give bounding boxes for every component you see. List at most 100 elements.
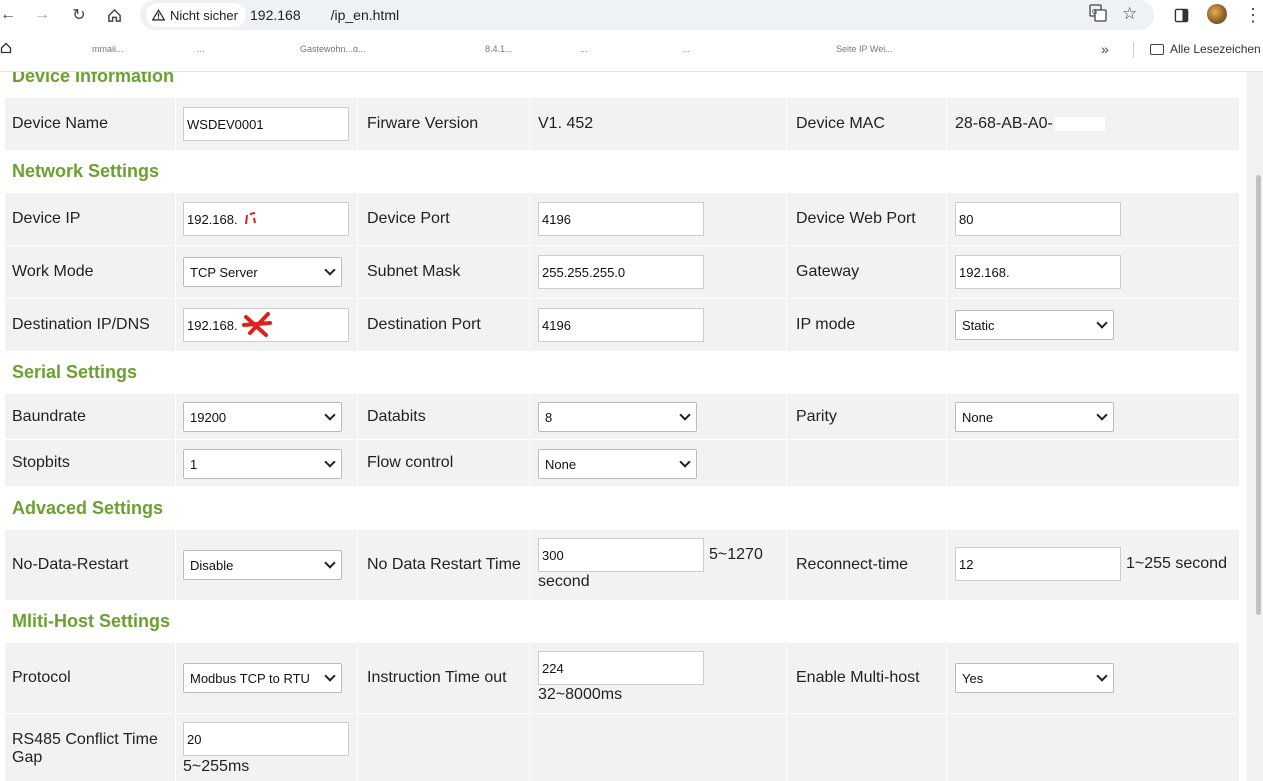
home-icon[interactable] — [101, 2, 127, 28]
protocol-select[interactable]: Modbus TCP to RTU — [183, 663, 342, 693]
device-name-label: Device Name — [12, 115, 109, 132]
url-text[interactable]: 192.168/ip_en.html — [250, 7, 399, 23]
chevron-down-icon — [1096, 409, 1108, 421]
bookmark-item[interactable]: ... — [197, 44, 209, 52]
device-ip-label: Device IP — [12, 210, 81, 227]
baudrate-label: Baundrate — [12, 407, 86, 425]
destination-port-label: Destination Port — [367, 316, 481, 333]
baudrate-select[interactable]: 19200 — [183, 402, 342, 432]
bookmarks-bar: mmaii... ... Gastewohn...g... 8.4.1... .… — [0, 30, 1263, 72]
no-data-restart-time-input[interactable]: 300 — [538, 538, 704, 572]
subnet-mask-input[interactable]: 255.255.255.0 — [538, 255, 704, 289]
bookmark-item[interactable]: ... — [682, 44, 762, 52]
flow-control-select[interactable]: None — [538, 449, 697, 479]
device-port-input[interactable]: 4196 — [538, 202, 704, 236]
cell-divider — [357, 299, 358, 351]
device-mac-text: 28-68-AB-A0- — [955, 115, 1053, 132]
gateway-input[interactable]: 192.168. — [955, 255, 1121, 289]
cell-divider — [357, 394, 358, 439]
chevron-down-icon — [679, 456, 691, 468]
enable-multihost-select[interactable]: Yes — [955, 663, 1114, 693]
advanced-row: No-Data-Restart Disable No Data Restart … — [5, 530, 1239, 600]
warning-icon — [152, 9, 165, 21]
scrollbar-thumb[interactable] — [1256, 175, 1261, 615]
work-mode-select[interactable]: TCP Server — [183, 257, 342, 287]
redaction-scribble — [244, 212, 256, 225]
device-mac-value: 28-68-AB-A0- — [955, 98, 1105, 150]
cell-divider — [786, 530, 787, 600]
multihost-row-2: RS485 Conflict Time Gap 20 5~255ms — [5, 714, 1239, 781]
bookmark-item[interactable]: Seite IP Wei... — [836, 44, 926, 52]
config-page: Device Information Device Name WSDEV0001… — [0, 72, 1247, 781]
device-port-label: Device Port — [367, 210, 450, 227]
cell-divider — [786, 193, 787, 245]
cell-divider — [786, 714, 787, 781]
device-web-port-input[interactable]: 80 — [955, 202, 1121, 236]
work-mode-value: TCP Server — [190, 264, 258, 280]
all-bookmarks-button[interactable]: Alle Lesezeichen — [1150, 42, 1261, 56]
address-bar[interactable]: Nicht sicher 192.168/ip_en.html G ☆ — [140, 0, 1154, 30]
parity-select[interactable]: None — [955, 402, 1114, 432]
cell-divider — [529, 246, 530, 298]
device-mac-label: Device MAC — [796, 115, 885, 132]
cell-divider — [529, 714, 530, 781]
instruction-timeout-input[interactable]: 224 — [538, 651, 704, 685]
redaction-scribble — [241, 312, 272, 337]
cell-divider — [175, 440, 176, 486]
destination-ip-input[interactable]: 192.168. — [183, 308, 349, 342]
protocol-label: Protocol — [12, 669, 71, 686]
chevron-down-icon — [324, 409, 336, 421]
device-ip-input[interactable]: 192.168. — [183, 202, 349, 236]
destination-ip-value: 192.168. — [187, 317, 238, 333]
device-web-port-label: Device Web Port — [796, 210, 916, 227]
section-network: Network Settings — [12, 161, 160, 181]
enable-multihost-value: Yes — [962, 670, 984, 686]
url-end: /ip_en.html — [330, 7, 400, 23]
bookmark-item[interactable]: mmaii... — [92, 44, 132, 52]
bookmark-item[interactable]: Gastewohn...g... — [300, 44, 440, 52]
databits-select[interactable]: 8 — [538, 402, 697, 432]
serial-row-2: Stopbits 1 Flow control None — [5, 440, 1239, 486]
no-data-restart-select[interactable]: Disable — [183, 550, 342, 580]
no-data-restart-value: Disable — [190, 557, 234, 573]
bookmark-star-icon[interactable]: ☆ — [1122, 4, 1137, 24]
reconnect-time-input[interactable]: 12 — [955, 547, 1121, 581]
rs485-conflict-input[interactable]: 20 — [183, 722, 349, 756]
destination-ip-label: Destination IP/DNS — [12, 316, 150, 333]
all-bookmarks-label: Alle Lesezeichen — [1170, 42, 1261, 56]
cell-divider — [946, 299, 947, 351]
destination-port-input[interactable]: 4196 — [538, 308, 704, 342]
section-serial: Serial Settings — [12, 362, 138, 382]
bookmark-item[interactable]: ... — [580, 44, 600, 52]
back-icon[interactable]: ← — [0, 2, 21, 28]
stopbits-select[interactable]: 1 — [183, 449, 342, 479]
bookmark-home-icon[interactable] — [0, 42, 12, 57]
security-chip[interactable]: Nicht sicher — [146, 3, 246, 27]
url-start: 192.168 — [250, 7, 301, 23]
chevron-down-icon — [1096, 670, 1108, 682]
ip-mode-select[interactable]: Static — [955, 310, 1114, 340]
cell-divider — [175, 394, 176, 439]
cell-divider — [357, 98, 358, 150]
baudrate-value: 19200 — [190, 409, 227, 425]
reload-icon[interactable]: ↻ — [66, 2, 92, 28]
bookmarks-overflow-icon[interactable]: » — [1101, 41, 1109, 57]
cell-divider — [946, 394, 947, 439]
menu-kebab-icon[interactable]: ⋮ — [1240, 2, 1263, 28]
device-name-input[interactable]: WSDEV0001 — [183, 107, 349, 141]
bookmark-item[interactable]: 8.4.1... — [485, 44, 545, 52]
profile-avatar[interactable] — [1207, 4, 1227, 24]
cell-divider — [357, 530, 358, 600]
translate-icon[interactable]: G — [1089, 4, 1107, 26]
cell-divider — [175, 714, 176, 781]
no-data-restart-time-range: 5~1270 — [709, 546, 763, 563]
forward-icon[interactable]: → — [29, 2, 55, 28]
section-advanced: Advaced Settings — [12, 498, 164, 518]
cell-divider — [786, 643, 787, 713]
device-ip-value: 192.168. — [187, 211, 238, 227]
serial-row-1: Baundrate 19200 Databits 8 Parity None — [5, 394, 1239, 439]
instruction-timeout-range: 32~8000ms — [538, 686, 623, 703]
cell-divider — [786, 299, 787, 351]
side-panel-icon[interactable] — [1168, 2, 1194, 28]
multihost-row-1: Protocol Modbus TCP to RTU Instruction T… — [5, 643, 1239, 713]
